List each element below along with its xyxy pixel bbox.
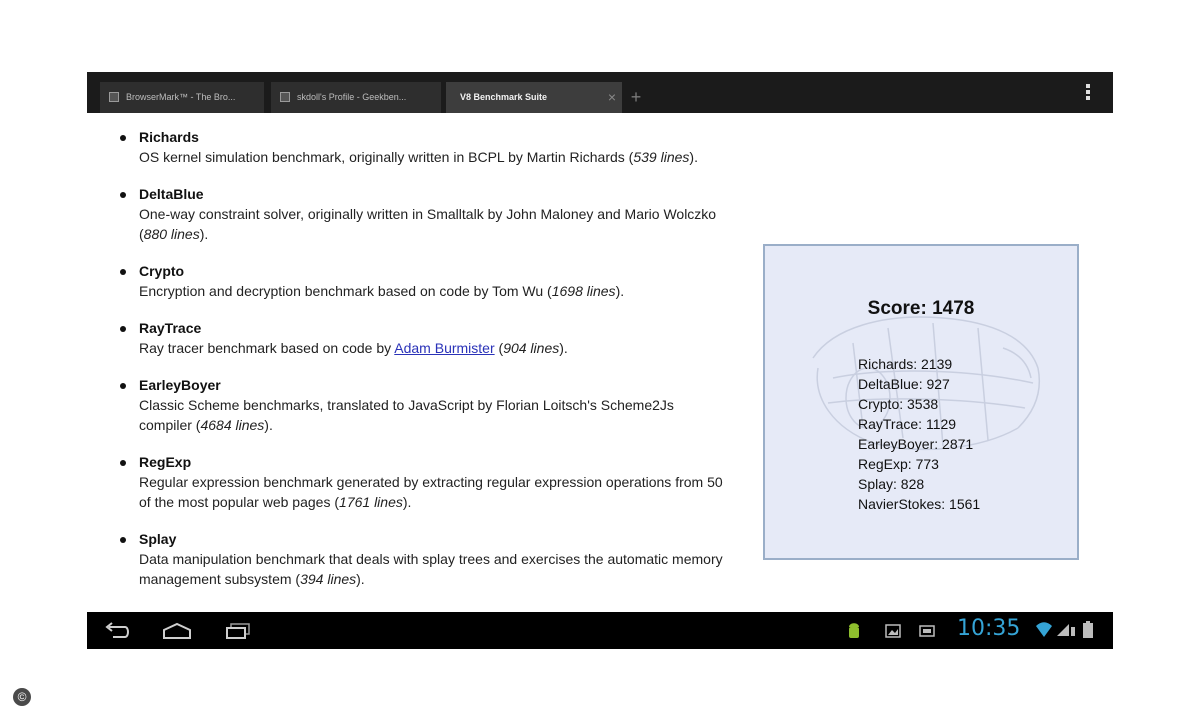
score-row: RegExp: 773	[858, 456, 939, 472]
score-row: Richards: 2139	[858, 356, 953, 372]
list-item: EarleyBoyer Classic Scheme benchmarks, t…	[120, 375, 730, 435]
screenshot-icon	[919, 625, 935, 637]
author-link[interactable]: Adam Burmister	[394, 340, 494, 356]
benchmark-description: Ray tracer benchmark based on code by Ad…	[139, 340, 568, 356]
home-icon[interactable]	[161, 621, 193, 641]
benchmark-name: RayTrace	[139, 320, 202, 336]
battery-icon	[1083, 621, 1093, 638]
benchmark-description: OS kernel simulation benchmark, original…	[139, 149, 698, 165]
score-panel: Score: 1478 Richards: 2139 DeltaBlue: 92…	[763, 244, 1079, 560]
bullet-icon	[120, 326, 126, 332]
benchmark-name: Splay	[139, 531, 177, 547]
benchmark-list: Richards OS kernel simulation benchmark,…	[120, 127, 730, 606]
tab-v8-benchmark[interactable]: V8 Benchmark Suite ×	[446, 82, 622, 113]
tab-label: BrowserMark™ - The Bro...	[126, 92, 236, 102]
benchmark-lines: 394 lines	[300, 571, 357, 587]
list-item: Crypto Encryption and decryption benchma…	[120, 261, 730, 301]
benchmark-lines: 1761 lines	[339, 494, 403, 510]
bullet-icon	[120, 383, 126, 389]
tablet-screen: BrowserMark™ - The Bro... skdoll's Profi…	[87, 72, 1113, 649]
gallery-icon	[885, 624, 901, 638]
list-item: RayTrace Ray tracer benchmark based on c…	[120, 318, 730, 358]
system-navigation-bar: 10:35	[87, 612, 1113, 649]
score-row: Crypto: 3538	[858, 396, 939, 412]
bullet-icon	[120, 537, 126, 543]
benchmark-lines: 1698 lines	[551, 283, 616, 299]
tab-geekbench-profile[interactable]: skdoll's Profile - Geekben...	[271, 82, 441, 113]
tab-browsermark[interactable]: BrowserMark™ - The Bro...	[100, 82, 264, 113]
benchmark-lines: 4684 lines	[200, 417, 265, 433]
tab-label: V8 Benchmark Suite	[460, 92, 548, 102]
benchmark-name: Richards	[139, 129, 199, 145]
overflow-menu-icon[interactable]	[1083, 82, 1093, 104]
benchmark-description: Classic Scheme benchmarks, translated to…	[139, 397, 674, 433]
score-row: NavierStokes: 1561	[858, 496, 981, 512]
benchmark-description: Encryption and decryption benchmark base…	[139, 283, 625, 299]
list-item: RegExp Regular expression benchmark gene…	[120, 452, 730, 512]
signal-icon	[1057, 624, 1075, 636]
copyright-badge: ©	[13, 688, 31, 706]
score-row: RayTrace: 1129	[858, 416, 957, 432]
benchmark-name: EarleyBoyer	[139, 377, 221, 393]
web-page-content: Richards OS kernel simulation benchmark,…	[87, 113, 1113, 612]
bullet-icon	[120, 460, 126, 466]
benchmark-lines: 539 lines	[633, 149, 690, 165]
browser-tab-bar: BrowserMark™ - The Bro... skdoll's Profi…	[87, 72, 1113, 113]
benchmark-name: RegExp	[139, 454, 192, 470]
recent-apps-icon[interactable]	[223, 621, 253, 641]
bullet-icon	[120, 135, 126, 141]
score-row: DeltaBlue: 927	[858, 376, 950, 392]
page-favicon-icon	[109, 92, 119, 102]
back-icon[interactable]	[103, 621, 131, 641]
wifi-icon	[1036, 622, 1052, 637]
android-debug-icon	[849, 623, 859, 638]
benchmark-description: Regular expression benchmark generated b…	[139, 474, 723, 510]
benchmark-lines: 904 lines	[503, 340, 560, 356]
score-results: Richards: 2139 DeltaBlue: 927 Crypto: 35…	[858, 354, 980, 514]
status-clock: 10:35	[957, 616, 1021, 641]
list-item: Splay Data manipulation benchmark that d…	[120, 529, 730, 589]
list-item: DeltaBlue One-way constraint solver, ori…	[120, 184, 730, 244]
bullet-icon	[120, 192, 126, 198]
benchmark-name: DeltaBlue	[139, 186, 204, 202]
close-tab-icon[interactable]: ×	[608, 82, 616, 113]
score-total: Score: 1478	[867, 298, 975, 319]
score-row: EarleyBoyer: 2871	[858, 436, 974, 452]
tab-label: skdoll's Profile - Geekben...	[297, 92, 407, 102]
benchmark-description: Data manipulation benchmark that deals w…	[139, 551, 723, 587]
list-item: Richards OS kernel simulation benchmark,…	[120, 127, 730, 167]
bullet-icon	[120, 269, 126, 275]
page-favicon-icon	[280, 92, 290, 102]
new-tab-button[interactable]: +	[625, 82, 647, 113]
score-row: Splay: 828	[858, 476, 925, 492]
benchmark-lines: 880 lines	[143, 226, 200, 242]
benchmark-description: One-way constraint solver, originally wr…	[139, 206, 717, 242]
benchmark-name: Crypto	[139, 263, 185, 279]
